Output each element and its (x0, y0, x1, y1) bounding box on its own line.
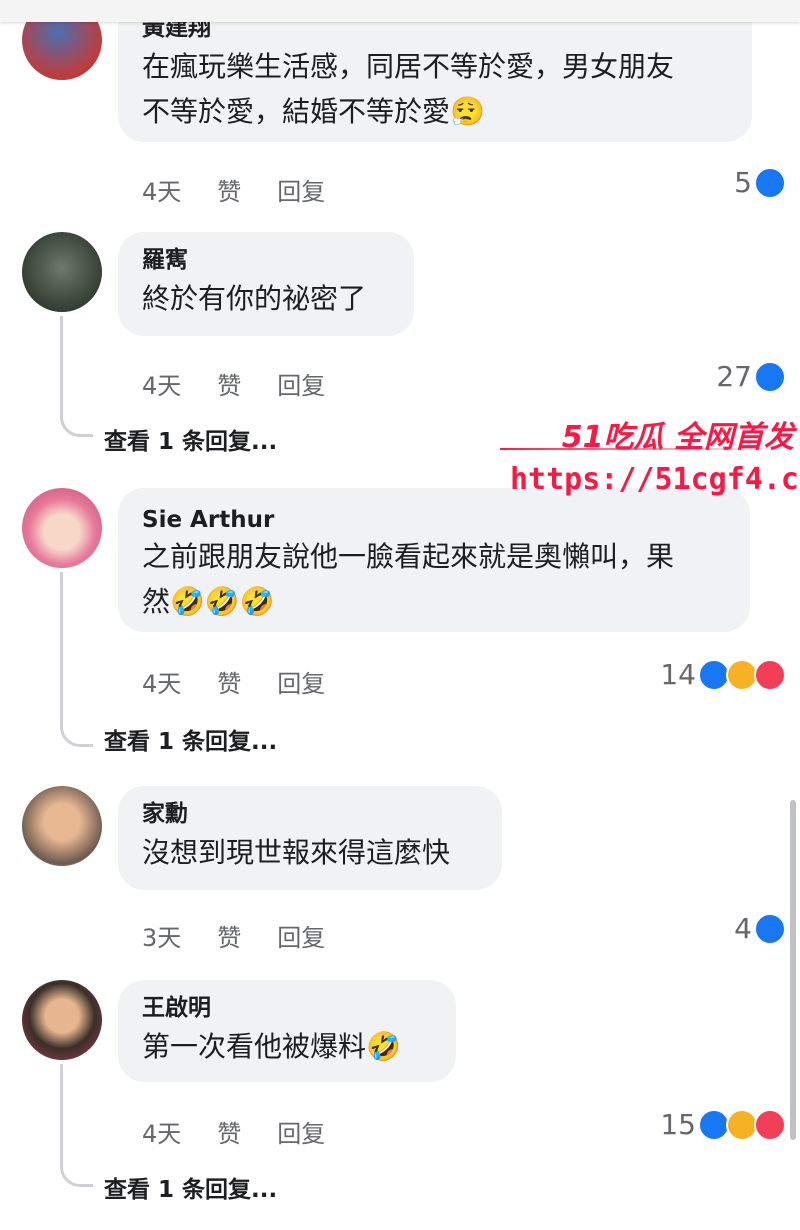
avatar[interactable] (22, 488, 102, 568)
like-reaction-icon (754, 166, 786, 199)
comment-text: 之前跟朋友說他一臉看起來就是奧懶叫，果 然🤣🤣🤣 (142, 540, 675, 618)
comment-time[interactable]: 4天 (142, 664, 181, 699)
thread-connector (60, 408, 93, 437)
comment-time[interactable]: 3天 (142, 918, 181, 953)
avatar[interactable] (22, 786, 102, 866)
reaction-summary[interactable]: 15 (660, 1108, 786, 1141)
like-link[interactable]: 赞 (217, 172, 241, 207)
reply-link[interactable]: 回复 (277, 664, 325, 699)
comment-meta: 3天 赞 回复 (142, 918, 325, 953)
like-link[interactable]: 赞 (217, 1114, 241, 1149)
comment-author[interactable]: 王啟明 (142, 994, 432, 1022)
comment-meta: 4天 赞 回复 (142, 366, 325, 401)
top-bar (0, 0, 800, 22)
comment-item: Sie Arthur 之前跟朋友說他一臉看起來就是奧懶叫，果 然🤣🤣🤣 4天 赞… (0, 488, 800, 758)
like-link[interactable]: 赞 (217, 366, 241, 401)
view-replies-link[interactable]: 查看 1 条回复... (104, 1170, 277, 1204)
comment-meta: 4天 赞 回复 (142, 664, 325, 699)
like-reaction-icon (754, 360, 786, 393)
watermark-url: https://51cgf4.com (510, 462, 800, 497)
reaction-summary[interactable]: 14 (660, 658, 786, 691)
comment-bubble: 羅寯 終於有你的祕密了 (118, 232, 414, 336)
comment-author[interactable]: 羅寯 (142, 246, 390, 274)
thread-line (60, 1064, 63, 1162)
comment-item: 家勳 沒想到現世報來得這麼快 3天 赞 回复 4 (0, 786, 800, 966)
reply-link[interactable]: 回复 (277, 918, 325, 953)
avatar[interactable] (22, 980, 102, 1060)
reply-link[interactable]: 回复 (277, 1114, 325, 1149)
reaction-count: 27 (716, 360, 752, 393)
like-link[interactable]: 赞 (217, 664, 241, 699)
reaction-count: 4 (734, 912, 752, 945)
reply-link[interactable]: 回复 (277, 172, 325, 207)
comment-meta: 4天 赞 回复 (142, 172, 325, 207)
like-link[interactable]: 赞 (217, 918, 241, 953)
reaction-summary[interactable]: 5 (734, 166, 786, 199)
view-replies-link[interactable]: 查看 1 条回复... (104, 422, 277, 456)
watermark-divider (500, 448, 790, 450)
reaction-count: 5 (734, 166, 752, 199)
comment-bubble: 王啟明 第一次看他被爆料🤣 (118, 980, 456, 1082)
comment-text: 第一次看他被爆料🤣 (142, 1030, 401, 1063)
thread-line (60, 572, 63, 722)
watermark: 51吃瓜 全网首发 https://51cgf4.com (500, 412, 800, 512)
avatar[interactable] (22, 232, 102, 312)
comment-item: 王啟明 第一次看他被爆料🤣 4天 赞 回复 15 查看 1 条回复... (0, 980, 800, 1210)
comment-author[interactable]: 家勳 (142, 800, 478, 828)
thread-connector (60, 1158, 93, 1187)
comment-text: 沒想到現世報來得這麼快 (142, 836, 451, 869)
comment-meta: 4天 赞 回复 (142, 1114, 325, 1149)
scrollbar[interactable] (790, 800, 796, 1140)
comment-item: 黃建翔 在瘋玩樂生活感，同居不等於愛，男女朋友 不等於愛，結婚不等於愛😮‍💨 4… (0, 0, 800, 220)
view-replies-link[interactable]: 查看 1 条回复... (104, 722, 277, 756)
comment-text: 終於有你的祕密了 (142, 282, 367, 315)
reaction-summary[interactable]: 4 (734, 912, 786, 945)
reaction-summary[interactable]: 27 (716, 360, 786, 393)
comment-time[interactable]: 4天 (142, 172, 181, 207)
reply-link[interactable]: 回复 (277, 366, 325, 401)
thread-connector (60, 718, 93, 747)
like-reaction-icon (754, 912, 786, 945)
comment-time[interactable]: 4天 (142, 1114, 181, 1149)
love-reaction-icon (754, 1108, 786, 1141)
comment-bubble: 家勳 沒想到現世報來得這麼快 (118, 786, 502, 890)
comment-text: 在瘋玩樂生活感，同居不等於愛，男女朋友 不等於愛，結婚不等於愛😮‍💨 (142, 50, 675, 128)
thread-line (60, 316, 63, 412)
comment-time[interactable]: 4天 (142, 366, 181, 401)
reaction-count: 15 (660, 1108, 696, 1141)
love-reaction-icon (754, 658, 786, 691)
reaction-count: 14 (660, 658, 696, 691)
